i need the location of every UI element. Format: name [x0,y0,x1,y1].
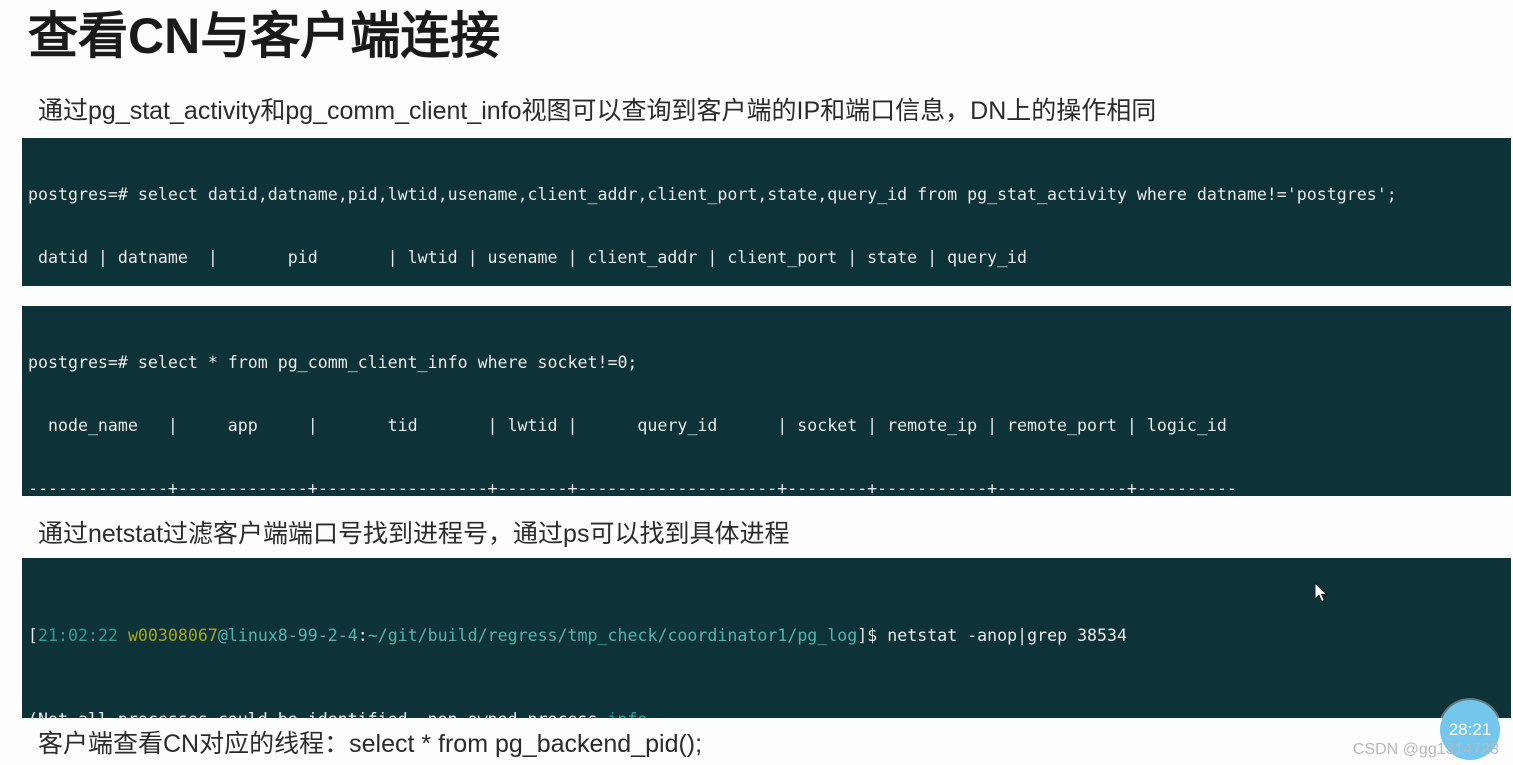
page-title: 查看CN与客户端连接 [28,8,501,64]
prompt-path: ~/git/build/regress/tmp_check/coordinato… [367,626,858,645]
prompt-bracket: [ [28,626,38,645]
terminal-pg-stat-activity[interactable]: postgres=# select datid,datname,pid,lwti… [22,138,1511,286]
csdn-watermark: CSDN @gg1314723 [1352,741,1499,758]
netstat-notice-line: (Not all processes could be identified, … [28,709,1511,718]
shell-prompt: postgres=# [28,353,138,372]
table-header-row: datid | datname | pid | lwtid | usename … [28,248,1038,267]
shell-prompt: postgres=# [28,185,138,204]
terminal-command-line: postgres=# select datid,datname,pid,lwti… [28,184,1511,205]
table-separator-row: --------------+-------------+-----------… [28,479,1237,496]
mid-paragraph: 通过netstat过滤客户端端口号找到进程号，通过ps可以找到具体进程 [38,520,790,548]
terminal-netstat-ps[interactable]: [21:02:22 w00308067@linux8-99-2-4:~/git/… [22,558,1511,718]
sql-command: select * from pg_comm_client_info where … [137,353,638,372]
prompt-timestamp: 21:02:22 [38,626,118,645]
table-header-row: node_name | app | tid | lwtid | query_id… [28,416,1237,435]
prompt-hostname: linux8-99-2-4 [227,626,358,645]
shell-prompt-line: [21:02:22 w00308067@linux8-99-2-4:~/git/… [28,625,1511,646]
terminal-pg-comm-client-info[interactable]: postgres=# select * from pg_comm_client_… [22,306,1511,496]
footer-paragraph: 客户端查看CN对应的线程：select * from pg_backend_pi… [38,730,703,758]
shell-command: netstat -anop|grep 38534 [887,626,1128,645]
notice-text: (Not all processes could be identified, … [28,710,607,718]
terminal-command-line: postgres=# select * from pg_comm_client_… [28,352,1511,373]
prompt-at-sign: @ [217,626,228,645]
sql-command: select datid,datname,pid,lwtid,usename,c… [137,185,1397,204]
prompt-username: w00308067 [127,626,218,645]
prompt-end: ]$ [857,626,888,645]
prompt-colon: : [357,626,368,645]
intro-paragraph: 通过pg_stat_activity和pg_comm_client_info视图… [38,97,1157,125]
slide-root: 查看CN与客户端连接 通过pg_stat_activity和pg_comm_cl… [0,0,1513,765]
notice-text-highlight: info [607,710,647,718]
